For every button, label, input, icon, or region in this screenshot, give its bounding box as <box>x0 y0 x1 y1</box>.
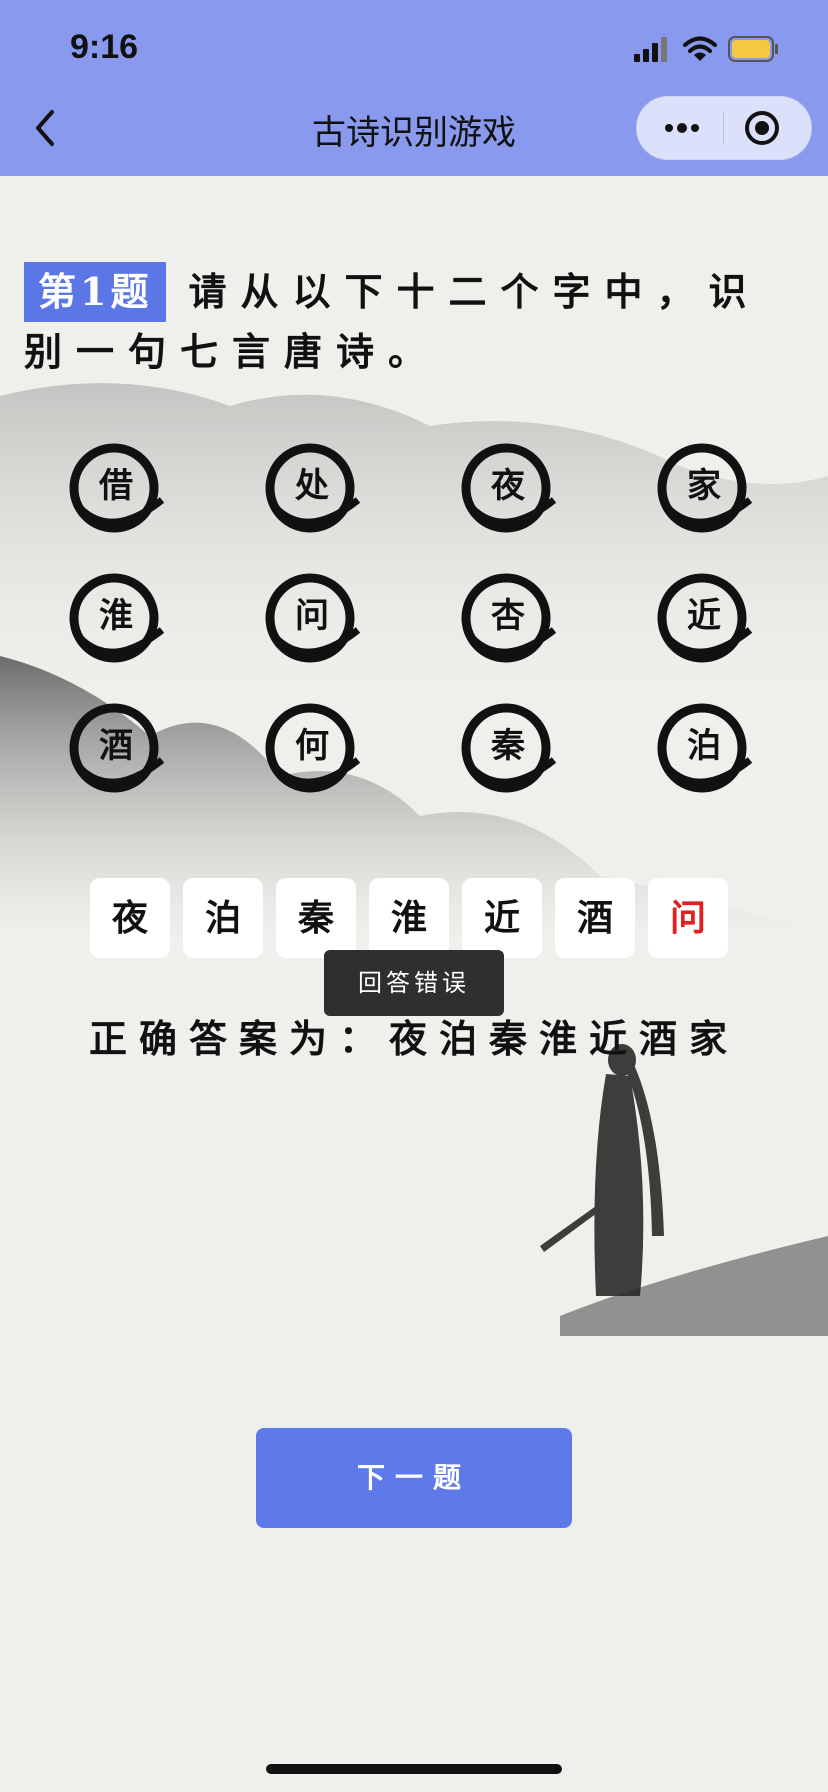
battery-icon <box>728 36 778 62</box>
answer-slot-wrong[interactable]: 问 <box>648 878 728 958</box>
answer-slot[interactable]: 淮 <box>369 878 449 958</box>
result-toast: 回答错误 <box>324 950 504 1016</box>
question-text: 第1题 请从以下十二个字中，识别一句七言唐诗。 <box>24 262 804 382</box>
wifi-icon <box>683 36 717 61</box>
answer-slot[interactable]: 夜 <box>90 878 170 958</box>
answer-slots: 夜 泊 秦 淮 近 酒 问 <box>90 878 740 958</box>
char-tile[interactable]: 何 <box>260 698 364 802</box>
char-tile[interactable]: 借 <box>64 438 168 542</box>
answer-slot[interactable]: 近 <box>462 878 542 958</box>
status-icons <box>632 34 792 66</box>
capsule-divider <box>723 111 724 145</box>
char-tile[interactable]: 酒 <box>64 698 168 802</box>
char-tile[interactable]: 问 <box>260 568 364 672</box>
char-tile[interactable]: 杏 <box>456 568 560 672</box>
more-icon[interactable] <box>657 111 707 145</box>
mini-program-capsule <box>636 96 812 160</box>
home-indicator <box>266 1764 562 1774</box>
answer-slot[interactable]: 泊 <box>183 878 263 958</box>
top-bar: 9:16 古诗识别游戏 <box>0 0 828 176</box>
correct-answer-text: 正确答案为：夜泊秦淮近酒家 <box>88 1016 739 1061</box>
char-tile[interactable]: 淮 <box>64 568 168 672</box>
answer-slot[interactable]: 秦 <box>276 878 356 958</box>
status-time: 9:16 <box>70 28 139 66</box>
char-tile[interactable]: 家 <box>652 438 756 542</box>
question-number-badge: 第1题 <box>24 262 167 322</box>
char-tile[interactable]: 处 <box>260 438 364 542</box>
signal-icon <box>634 37 667 62</box>
close-target-icon[interactable] <box>743 109 781 147</box>
char-tile[interactable]: 秦 <box>456 698 560 802</box>
answer-slot[interactable]: 酒 <box>555 878 635 958</box>
char-tile[interactable]: 夜 <box>456 438 560 542</box>
char-tile[interactable]: 近 <box>652 568 756 672</box>
next-question-button[interactable]: 下一题 <box>256 1428 572 1528</box>
char-tile[interactable]: 泊 <box>652 698 756 802</box>
